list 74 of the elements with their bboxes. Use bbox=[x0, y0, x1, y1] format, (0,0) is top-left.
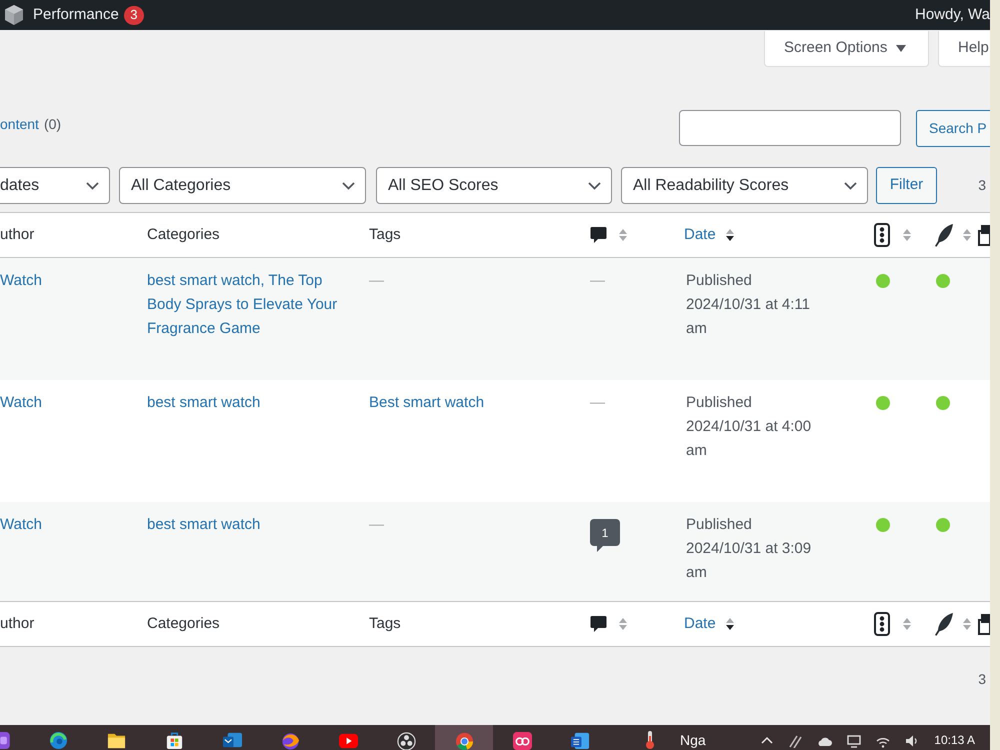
filter-button[interactable]: Filter bbox=[876, 167, 937, 204]
view-filter-link[interactable]: ontent bbox=[0, 114, 39, 135]
post-status: Published bbox=[686, 393, 752, 413]
swirl-icon[interactable] bbox=[48, 731, 68, 750]
column-header: Tags bbox=[369, 224, 401, 245]
cube-icon[interactable] bbox=[3, 4, 25, 26]
chevron-down-icon bbox=[844, 182, 857, 190]
column-header: Tags bbox=[369, 614, 401, 634]
publish-date: 2024/10/31 at 4:11 am bbox=[686, 295, 811, 339]
squares-icon[interactable] bbox=[978, 224, 990, 246]
traffic-light-icon[interactable] bbox=[874, 612, 890, 636]
category-link[interactable]: best smart watch, The Top Body Sprays to Elevate Your Fragrance Game bbox=[147, 269, 347, 341]
chevron-down-icon bbox=[342, 182, 355, 190]
loops-icon[interactable] bbox=[512, 731, 532, 750]
publish-date: 2024/10/31 at 3:09 am bbox=[686, 539, 812, 583]
chevron-down-icon bbox=[588, 182, 601, 190]
post-status: Published bbox=[686, 515, 752, 535]
column-header: Categories bbox=[147, 224, 220, 245]
folder-icon[interactable] bbox=[106, 731, 126, 750]
document-icon[interactable] bbox=[570, 731, 590, 750]
column-header: Categories bbox=[147, 614, 220, 634]
speech-bubble-icon[interactable] bbox=[590, 226, 607, 244]
author-link[interactable]: Watch bbox=[0, 394, 42, 411]
feather-icon[interactable] bbox=[934, 223, 954, 247]
mail-icon[interactable] bbox=[222, 731, 242, 750]
search-field[interactable] bbox=[679, 110, 901, 146]
aperture-icon[interactable] bbox=[396, 731, 416, 750]
weather-text[interactable]: Nga bbox=[680, 730, 706, 747]
feather-icon[interactable] bbox=[934, 612, 954, 636]
category-link[interactable]: best smart watch bbox=[147, 513, 347, 537]
slashes-icon[interactable] bbox=[788, 734, 802, 748]
column-header: uthor bbox=[0, 224, 34, 245]
dropdown-select[interactable]: dates bbox=[0, 167, 110, 204]
greeting-link[interactable]: Howdy, Wa bbox=[914, 4, 990, 26]
post-status: Published bbox=[686, 271, 752, 291]
tag-link[interactable]: Best smart watch bbox=[369, 394, 484, 411]
empty-dash: — bbox=[369, 272, 384, 289]
caret-down-icon bbox=[896, 45, 906, 52]
sort-arrows-icon[interactable] bbox=[724, 616, 735, 632]
dropdown-select[interactable]: All Categories bbox=[119, 167, 366, 204]
empty-dash: — bbox=[369, 516, 384, 533]
chevron-down-icon bbox=[86, 182, 99, 190]
category-link[interactable]: best smart watch bbox=[147, 391, 347, 415]
chevron-up-icon[interactable] bbox=[761, 736, 774, 745]
publish-date: 2024/10/31 at 4:00 am bbox=[686, 417, 812, 461]
column-header-link[interactable]: Date bbox=[684, 612, 716, 636]
menu-item[interactable]: Performance bbox=[33, 4, 119, 26]
clock-time[interactable]: 10:13 A bbox=[934, 734, 975, 746]
item-count: 3 bbox=[978, 670, 986, 689]
dropdown-select[interactable]: All SEO Scores bbox=[376, 167, 612, 204]
author-link[interactable]: Watch bbox=[0, 516, 42, 533]
thermometer-icon[interactable] bbox=[645, 730, 655, 750]
search-button[interactable]: Search P bbox=[916, 110, 990, 147]
column-header: uthor bbox=[0, 614, 34, 634]
author-link[interactable]: Watch bbox=[0, 272, 42, 289]
dropdown-select[interactable]: All Readability Scores bbox=[621, 167, 868, 204]
notification-badge: 3 bbox=[124, 6, 144, 24]
column-header-link[interactable]: Date bbox=[684, 224, 716, 246]
monitor-icon[interactable] bbox=[847, 734, 862, 748]
empty-dash: — bbox=[590, 272, 605, 289]
screen-options-button[interactable]: Screen Options bbox=[764, 31, 929, 67]
item-count: 3 bbox=[978, 176, 986, 195]
view-count: (0) bbox=[44, 115, 62, 134]
squares-icon[interactable] bbox=[978, 613, 990, 635]
traffic-light-icon[interactable] bbox=[874, 223, 890, 247]
speech-bubble-icon[interactable] bbox=[590, 615, 607, 633]
app-tile-icon[interactable] bbox=[0, 731, 11, 750]
help-button[interactable]: Help bbox=[938, 31, 990, 67]
globe-icon[interactable] bbox=[280, 731, 300, 750]
speaker-icon[interactable] bbox=[905, 734, 920, 748]
empty-dash: — bbox=[590, 394, 605, 411]
play-button-icon[interactable] bbox=[338, 731, 358, 750]
ring-icon[interactable] bbox=[454, 731, 474, 750]
sort-arrows-icon[interactable] bbox=[724, 227, 735, 243]
